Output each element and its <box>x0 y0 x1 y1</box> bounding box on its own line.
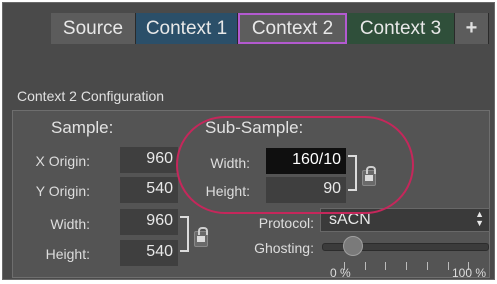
protocol-label: Protocol: <box>258 215 314 231</box>
ghosting-max-label: 100 % <box>452 266 487 280</box>
add-tab-button[interactable]: + <box>455 13 489 44</box>
subsample-height-field[interactable]: 90 <box>266 177 346 203</box>
subsample-width-field[interactable]: 160/10 <box>266 148 346 174</box>
sample-width-label: Width: <box>50 216 90 232</box>
sample-width-field[interactable]: 960 <box>120 209 178 235</box>
tab-context-1[interactable]: Context 1 <box>136 13 238 44</box>
tab-source[interactable]: Source <box>51 13 136 44</box>
sample-size-link-bracket <box>180 216 189 252</box>
x-origin-label: X Origin: <box>35 153 90 169</box>
tab-bar: Source Context 1 Context 2 Context 3 + <box>51 13 490 45</box>
slider-tick <box>447 262 449 270</box>
sample-height-label: Height: <box>45 246 90 262</box>
subsample-height-label: Height: <box>205 183 250 199</box>
subsample-size-link-bracket <box>348 155 357 191</box>
updown-arrows-icon: ▲ ▼ <box>475 209 484 228</box>
ghosting-label: Ghosting: <box>254 240 314 256</box>
slider-tick <box>426 262 428 270</box>
tab-context-2[interactable]: Context 2 <box>238 13 347 44</box>
slider-tick <box>385 262 387 270</box>
slider-tick <box>364 262 366 270</box>
subsample-heading: Sub-Sample: <box>205 118 304 137</box>
sample-heading: Sample: <box>51 118 114 137</box>
subsample-width-label: Width: <box>210 155 250 171</box>
protocol-select[interactable]: sACN ▲ ▼ <box>320 208 490 232</box>
y-origin-field[interactable]: 540 <box>120 177 178 203</box>
sample-height-field[interactable]: 540 <box>120 240 178 266</box>
tab-context-3[interactable]: Context 3 <box>347 13 455 44</box>
lock-icon[interactable] <box>194 227 208 247</box>
slider-tick <box>406 262 407 270</box>
plus-icon: + <box>465 17 478 39</box>
y-origin-label: Y Origin: <box>35 183 90 199</box>
section-title: Context 2 Configuration <box>17 88 165 104</box>
subsample-lock-icon[interactable] <box>362 166 376 186</box>
ghosting-min-label: 0 % <box>330 266 351 280</box>
protocol-value: sACN <box>329 211 371 228</box>
x-origin-field[interactable]: 960 <box>120 147 178 173</box>
ghosting-slider-thumb[interactable] <box>342 236 363 256</box>
